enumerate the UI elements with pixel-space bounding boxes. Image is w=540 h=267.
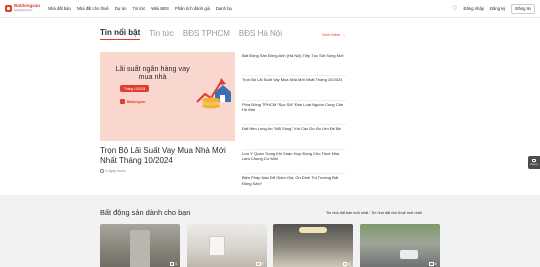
featured-article-image[interactable]: Lãi suất ngân hàng vay mua nhà Tháng 10/… (100, 52, 235, 141)
image-icon (169, 262, 174, 266)
tab-hcmc[interactable]: BĐS TPHCM (183, 29, 230, 40)
photo-count: 8 (256, 262, 264, 266)
news-item-title: Bất Động Sản Đông Anh (Hà Nội) Tiếp Tục … (242, 53, 344, 58)
list-item[interactable]: Bất Động Sản Đông Anh (Hà Nội) Tiếp Tục … (242, 52, 346, 77)
site-logo[interactable]: Batdongsan byPropertyGuru (5, 4, 40, 12)
featured-article-title[interactable]: Trọn Bộ Lãi Suất Vay Mua Nhà Mới Nhất Th… (100, 146, 235, 165)
recommend-links: Tin nhà đất bán mới nhất | Tin nhà đất c… (326, 211, 422, 215)
image-icon (342, 262, 347, 266)
news-item-title: Trọn Bộ Lãi Suất Vay Mua Nhà Mới Nhất Th… (242, 77, 343, 83)
nav-item-news[interactable]: Tin tức (132, 6, 145, 11)
nav-item-sale[interactable]: Nhà đất bán (48, 6, 71, 11)
photo-count: 8 (342, 262, 350, 266)
tab-hanoi[interactable]: BĐS Hà Nội (239, 29, 282, 40)
listing-card[interactable]: 6 (359, 224, 440, 267)
list-item[interactable]: Lưu Ý Quan Trọng Khi Soạn Hợp Đồng Cho T… (242, 150, 346, 174)
nav-item-wiki[interactable]: Wiki BĐS (151, 6, 169, 11)
clock-icon (100, 169, 104, 173)
feedback-label: Góp ý (530, 162, 538, 167)
top-header: Batdongsan byPropertyGuru Nhà đất bán Nh… (0, 0, 540, 18)
list-item[interactable]: Trọn Bộ Lãi Suất Vay Mua Nhà Mới Nhất Th… (242, 76, 346, 101)
logo-tagline: byPropertyGuru (14, 8, 33, 12)
banner-headline: Lãi suất ngân hàng vay mua nhà (115, 64, 190, 81)
heart-icon[interactable]: ♡ (452, 6, 457, 12)
image-icon (429, 262, 434, 266)
main-nav: Nhà đất bán Nhà đất cho thuê Dự án Tin t… (48, 6, 232, 11)
listing-card[interactable]: 4 (100, 224, 180, 267)
login-link[interactable]: Đăng nhập (464, 6, 485, 11)
news-item-title: Phía Đông TPHCM “Sục Sôi” Đón Loạt Nguồn… (242, 101, 344, 113)
alley-photo (130, 230, 150, 267)
link-separator: | (369, 211, 371, 215)
list-item[interactable]: Đất Nền Long An “Nổi Sóng” Với Các Dự Án… (242, 125, 346, 150)
image-icon (256, 262, 261, 266)
tab-featured[interactable]: Tin nổi bật (100, 28, 141, 40)
street-photo (399, 250, 418, 259)
nav-item-analysis[interactable]: Phân tích đánh giá (175, 6, 210, 11)
interior-photo (299, 227, 327, 233)
listing-card[interactable]: 8 (273, 224, 353, 267)
post-listing-button[interactable]: Đăng tin (511, 3, 535, 14)
recommendations-section: Bất động sản dành cho bạn Tin nhà đất bá… (0, 195, 540, 267)
banner-date-pill: Tháng 10/2024 (120, 85, 150, 92)
listing-cards: 4 8 8 6 (100, 224, 440, 267)
list-item[interactable]: Phía Đông TPHCM “Sục Sôi” Đón Loạt Nguồn… (242, 101, 346, 126)
logo-icon (5, 5, 12, 12)
latest-rent-link[interactable]: Tin nhà đất cho thuê mới nhất (371, 211, 421, 215)
photo-count: 4 (169, 262, 177, 266)
photo-count: 6 (429, 262, 437, 266)
house-money-illustration-icon (196, 78, 231, 109)
time-label: 4 ngày trước (105, 169, 126, 173)
news-list: Bất Động Sản Đông Anh (Hà Nội) Tiếp Tục … (242, 52, 346, 198)
see-more-link[interactable]: Xem thêm → (322, 32, 345, 37)
news-item-title: Đất Nền Long An “Nổi Sóng” Với Các Dự Án… (242, 126, 341, 132)
featured-article-time: 4 ngày trước (100, 169, 126, 173)
news-item-title: Lưu Ý Quan Trọng Khi Soạn Hợp Đồng Cho T… (242, 150, 340, 162)
banner-brand: Batdongsan (120, 99, 145, 104)
register-link[interactable]: Đăng ký (490, 6, 505, 11)
nav-item-rent[interactable]: Nhà đất cho thuê (77, 6, 109, 11)
room-photo (208, 236, 225, 256)
brand-logo-icon (120, 99, 125, 104)
nav-item-projects[interactable]: Dự án (115, 6, 127, 11)
feedback-widget[interactable]: Góp ý (528, 156, 540, 169)
listing-card[interactable]: 8 (186, 224, 267, 267)
section-title: Bất động sản dành cho bạn (100, 208, 191, 217)
news-item-title: Biện Pháp Nào Để Giảm Giá, Ổn Định Thị T… (242, 174, 339, 186)
news-section: Tin nổi bật Tin tức BĐS TPHCM BĐS Hà Nội… (0, 18, 540, 195)
latest-sale-link[interactable]: Tin nhà đất bán mới nhất (326, 211, 368, 215)
news-tabs: Tin nổi bật Tin tức BĐS TPHCM BĐS Hà Nội (100, 28, 282, 40)
banner-brand-name: Batdongsan (127, 99, 146, 104)
nav-item-directory[interactable]: Danh bạ (216, 6, 232, 11)
tab-news[interactable]: Tin tức (149, 29, 174, 40)
header-actions: ♡ Đăng nhập Đăng ký Đăng tin (452, 3, 535, 14)
